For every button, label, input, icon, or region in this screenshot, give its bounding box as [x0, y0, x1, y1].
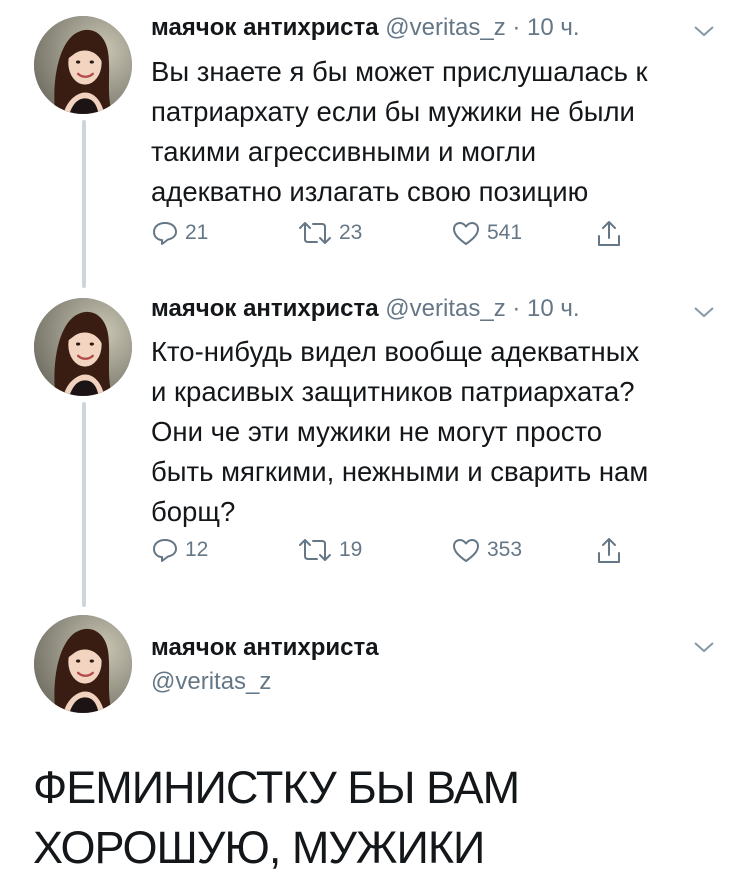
reply-button[interactable]: 12: [151, 536, 208, 564]
author-name[interactable]: маячок антихриста: [151, 295, 379, 322]
tweet-header: маячок антихриста @veritas_z · 10 ч.: [151, 295, 580, 323]
chevron-down-icon[interactable]: [693, 640, 715, 654]
like-button[interactable]: 353: [451, 536, 522, 564]
reply-icon: [153, 222, 177, 245]
tweet-actions: 21 23 541: [151, 219, 651, 253]
avatar[interactable]: [34, 615, 132, 713]
share-icon: [598, 221, 620, 246]
retweet-icon: [299, 539, 331, 561]
chevron-down-icon[interactable]: [693, 24, 715, 38]
tweet-header: маячок антихриста @veritas_z · 10 ч.: [151, 14, 580, 42]
reply-count: 12: [185, 538, 209, 561]
share-button[interactable]: [595, 219, 623, 249]
caption-text: ФЕМИНИСТКУ БЫ ВАМ ХОРОШУЮ, МУЖИКИ: [33, 762, 520, 873]
reply-count: 21: [185, 221, 209, 244]
retweet-count: 23: [339, 221, 363, 244]
thread-line: [82, 402, 86, 607]
share-button[interactable]: [595, 536, 623, 566]
tweet-text: Кто-нибудь видел вообще адекватных и кра…: [151, 336, 649, 527]
reply-button[interactable]: 21: [151, 219, 208, 247]
retweet-count: 19: [339, 538, 363, 561]
like-button[interactable]: 541: [451, 219, 522, 247]
like-count: 353: [487, 538, 523, 561]
author-name[interactable]: маячок антихриста: [151, 634, 379, 662]
author-handle[interactable]: @veritas_z: [151, 668, 271, 696]
retweet-button[interactable]: 19: [297, 536, 362, 564]
thread-line: [82, 120, 86, 288]
like-icon: [453, 539, 479, 562]
tweet-meta[interactable]: @veritas_z · 10 ч.: [385, 14, 579, 41]
retweet-icon: [299, 222, 331, 244]
retweet-button[interactable]: 23: [297, 219, 362, 247]
like-icon: [453, 222, 479, 245]
author-name[interactable]: маячок антихриста: [151, 14, 379, 41]
tweet-actions: 12 19 353: [151, 536, 651, 570]
tweet-text: Вы знаете я бы может прислушалась к патр…: [151, 56, 648, 207]
reply-icon: [153, 539, 177, 562]
like-count: 541: [487, 221, 523, 244]
avatar[interactable]: [34, 298, 132, 396]
chevron-down-icon[interactable]: [693, 305, 715, 319]
share-icon: [598, 538, 620, 563]
tweet-meta[interactable]: @veritas_z · 10 ч.: [385, 295, 579, 322]
avatar[interactable]: [34, 16, 132, 114]
